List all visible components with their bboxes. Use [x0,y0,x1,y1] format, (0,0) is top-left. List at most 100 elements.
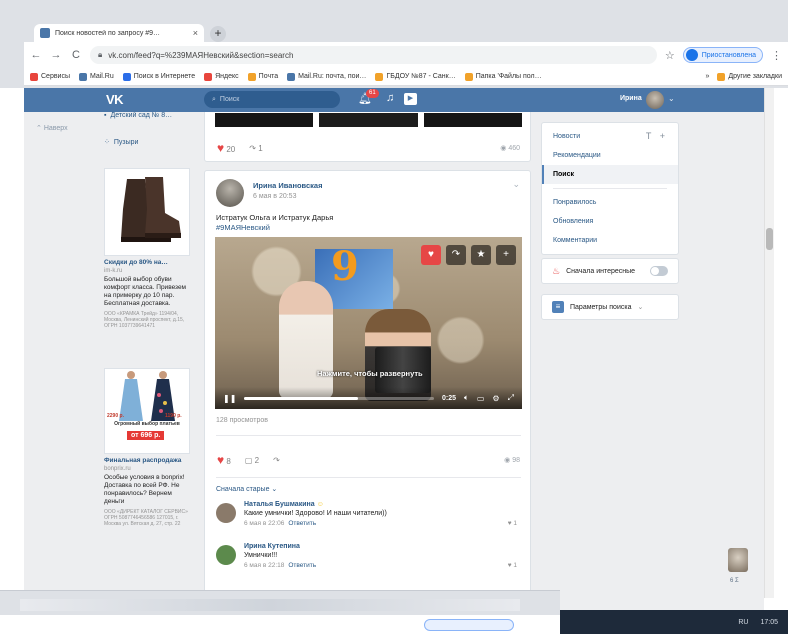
ad-image-boots[interactable] [104,168,190,256]
volume-icon[interactable]: 🔈︎ [464,393,469,403]
post-date[interactable]: 6 мая в 20:53 [253,193,296,200]
ad-domain: bonprix.ru [104,466,131,472]
eye-icon: ◉ [500,145,507,152]
divider [216,477,521,478]
left-nav-item[interactable]: ▪ Детский сад № 8… [104,112,172,119]
bookmark-item[interactable]: Mail.Ru: почта, пои… [287,72,366,81]
fire-icon: ♨ [552,265,561,276]
page-scrollbar[interactable] [764,88,774,598]
language-indicator[interactable]: RU [738,619,748,626]
reply-link[interactable]: Ответить [288,520,316,527]
chevron-down-icon: ⌄ [637,304,644,311]
mailru-icon [79,72,88,81]
bookmark-item[interactable]: Почта [247,72,278,81]
ad-block[interactable]: Скидки до 80% на… im-k.ru Большой выбор … [104,168,192,329]
folder-icon [717,72,726,81]
close-tab-icon[interactable]: × [193,28,198,38]
bookmarks-more-button[interactable]: » [705,73,709,80]
interesting-first-label: Сначала интересные [566,267,636,275]
like-button[interactable]: ♥ 8 [217,453,231,467]
browser-menu-icon[interactable]: ⋮ [771,49,782,62]
post-hashtag[interactable]: #9МАЯНевский [216,223,519,233]
ad-title[interactable]: Финальная распродажа [104,457,192,465]
chevron-down-icon: ⌄ [271,486,278,493]
forward-button[interactable]: → [50,49,62,61]
back-button[interactable]: ← [30,49,42,61]
filter-add-icon[interactable]: T + [646,127,668,146]
chevron-down-icon[interactable]: ⌄ [512,179,520,190]
video-player[interactable]: 9 ♥ ↷ ★ + Нажмите, чтобы развернуть ❚❚ 0… [215,237,522,409]
ad-block[interactable]: 2290 р. 1190 р. Огромный выбор платьев о… [104,368,192,527]
clock[interactable]: 17:05 [760,619,778,626]
music-icon[interactable]: ♫ [386,92,394,104]
menu-item-recommendations[interactable]: Рекомендации [542,146,678,165]
video-caption[interactable]: Нажмите, чтобы развернуть [317,369,423,378]
url-input[interactable]: 🔒︎ vk.com/feed?q=%239МАЯНевский&section=… [90,46,657,64]
video-progress-slider[interactable] [244,396,435,400]
comment-avatar[interactable] [216,503,236,523]
previous-post-media[interactable] [215,113,522,127]
user-avatar[interactable] [646,91,664,109]
post-author[interactable]: Ирина Ивановская [253,181,322,190]
pause-icon[interactable]: ❚❚ [223,394,236,403]
vk-logo[interactable]: VK [106,92,124,107]
video-progress-fill [244,396,359,400]
menu-item-updates[interactable]: Обновления [542,212,678,231]
star-icon[interactable]: ★ [471,245,491,265]
comment-button[interactable]: ▢ 2 [245,456,259,465]
taskbar: RU 17:05 [560,610,788,634]
vk-search-input[interactable]: ⌕ Поиск [204,91,340,108]
search-params-box[interactable]: ≡ Параметры поиска ⌄ [541,294,679,320]
menu-item-search[interactable]: Поиск [542,165,678,184]
new-tab-button[interactable]: + [210,26,226,42]
menu-item-comments[interactable]: Комментарии [542,231,678,250]
bookmark-item[interactable]: Яндекс [204,72,239,81]
chat-counter[interactable]: 6 Σ [730,578,739,584]
heart-icon[interactable]: ♥ [421,245,441,265]
reply-link[interactable]: Ответить [288,562,316,569]
comments-sort[interactable]: Сначала старые ⌄ [216,485,277,493]
heart-icon: ♥ [507,520,512,527]
bookmark-item[interactable]: ГБДОУ №87 - Санк… [375,72,456,81]
left-nav-item[interactable]: ⁘ Пузыри [104,138,138,147]
bookmark-item[interactable]: Mail.Ru [79,72,114,81]
menu-item-liked[interactable]: Понравилось [542,193,678,212]
divider [553,188,667,189]
user-name[interactable]: Ирина [620,95,642,102]
miniplayer-icon[interactable]: ▭ [477,394,485,403]
other-bookmarks[interactable]: Другие закладки [717,72,782,81]
menu-item-news[interactable]: Новости T + [542,127,678,146]
share-button[interactable]: ↷ [273,456,280,465]
scroll-top-button[interactable]: ⌃ Наверх [36,124,68,132]
background-browser-window[interactable] [0,590,560,634]
scroll-thumb[interactable] [766,228,773,250]
chevron-down-icon[interactable]: ⌄ [668,94,675,103]
bookmark-item[interactable]: Папка 'Файлы пол… [464,72,542,81]
bookmark-item[interactable]: Сервисы [30,72,70,81]
plus-icon[interactable]: + [496,245,516,265]
play-icon[interactable]: ▶ [404,93,417,105]
share-button[interactable]: ↷ 1 [249,144,262,153]
ad-image-dresses[interactable]: 2290 р. 1190 р. Огромный выбор платьев о… [104,368,190,454]
comment-author[interactable]: Ирина Кутепина [244,543,300,550]
interesting-first-toggle[interactable] [650,266,668,276]
author-avatar[interactable] [216,179,244,207]
fullscreen-icon[interactable]: ⤢ [508,393,514,403]
profile-button[interactable]: Приостановлена [682,47,763,63]
previous-post-actions: ♥ 20 ↷ 1 ◉ 460 [205,135,532,161]
boots-image [105,169,189,255]
share-icon[interactable]: ↷ [446,245,466,265]
comment-like[interactable]: ♥ 1 [508,520,517,527]
like-button[interactable]: ♥ 20 [217,141,235,155]
comment-avatar[interactable] [216,545,236,565]
ad-title[interactable]: Скидки до 80% на… [104,259,192,267]
reload-button[interactable]: C [70,49,82,61]
gear-icon[interactable]: ⚙︎ [492,394,499,403]
bookmark-star-icon[interactable]: ☆ [665,49,675,62]
chat-avatar[interactable] [728,548,748,572]
interesting-first-toggle-box[interactable]: ♨ Сначала интересные [541,258,679,284]
comment-author[interactable]: Наталья Бушмакина ☺ [244,501,324,508]
browser-tab[interactable]: Поиск новостей по запросу #9… × [34,24,204,42]
comment-like[interactable]: ♥ 1 [508,562,517,569]
bookmark-item[interactable]: Поиск в Интернете [122,72,195,81]
